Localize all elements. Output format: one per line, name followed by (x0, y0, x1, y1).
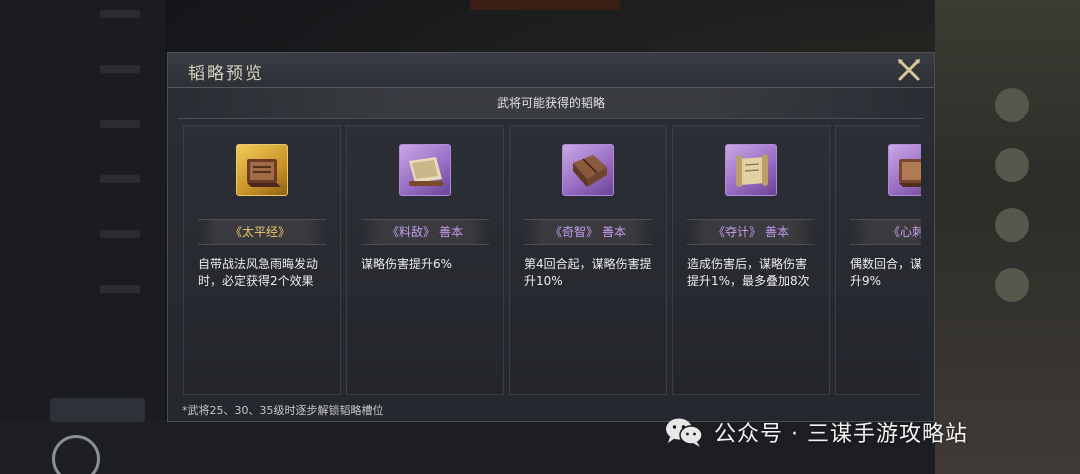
background-tag (50, 398, 145, 422)
book-scroll-icon (236, 144, 288, 196)
card-name: 《夺计》 (712, 225, 761, 239)
card-name-bar: 《料敌》 善本 (361, 219, 489, 245)
background-right-panel (935, 0, 1080, 474)
card-name-bar: 《太平经》 (198, 219, 326, 245)
divider (178, 118, 924, 119)
card-description: 偶数回合，谋略伤害提升9% (850, 257, 921, 288)
card-name-bar: 《心刺》 (850, 219, 921, 245)
card-name-bar: 《夺计》 善本 (687, 219, 815, 245)
game-screen: 韬略预览 武将可能获得的韬略 《太平经》 自带战法风急雨晦发动时，必定获得2个效… (0, 0, 1080, 474)
background-top-bar (470, 0, 620, 10)
strategy-card[interactable]: 《料敌》 善本 谋略伤害提升6% (346, 125, 504, 395)
dialog-title: 韬略预览 (188, 64, 264, 84)
close-icon (898, 59, 920, 81)
strategy-preview-dialog: 韬略预览 武将可能获得的韬略 《太平经》 自带战法风急雨晦发动时，必定获得2个效… (167, 52, 935, 422)
card-name-bar: 《奇智》 善本 (524, 219, 652, 245)
card-name: 《心刺》 (887, 225, 921, 239)
unlock-footnote: *武将25、30、35级时逐步解锁韬略槽位 (182, 404, 384, 417)
close-button[interactable] (896, 57, 922, 83)
dialog-titlebar: 韬略预览 (168, 53, 934, 88)
wechat-icon (664, 416, 704, 448)
rolled-scroll-icon (725, 144, 777, 196)
card-tier: 善本 (439, 225, 464, 239)
strategy-card-list: 《太平经》 自带战法风急雨晦发动时，必定获得2个效果 《料敌》 善本 谋略伤害提升… (183, 125, 921, 395)
card-tier: 善本 (765, 225, 790, 239)
card-description: 造成伤害后，谋略伤害提升1%，最多叠加8次 (687, 257, 810, 288)
strategy-card[interactable]: 《夺计》 善本 造成伤害后，谋略伤害提升1%，最多叠加8次 (672, 125, 830, 395)
strategy-card[interactable]: 《太平经》 自带战法风急雨晦发动时，必定获得2个效果 (183, 125, 341, 395)
card-description: 谋略伤害提升6% (361, 257, 453, 271)
card-name: 《太平经》 (229, 225, 290, 239)
scroll-book-icon (399, 144, 451, 196)
strategy-card[interactable]: 《心刺》 偶数回合，谋略伤害提升9% (835, 125, 921, 395)
card-tier: 善本 (602, 225, 627, 239)
card-name: 《奇智》 (549, 225, 598, 239)
watermark: 公众号 · 三谋手游攻略站 (664, 414, 968, 450)
book-scroll-icon (888, 144, 921, 196)
dialog-subtitle: 武将可能获得的韬略 (168, 88, 934, 118)
card-description: 自带战法风急雨晦发动时，必定获得2个效果 (198, 257, 319, 288)
card-description: 第4回合起，谋略伤害提升10% (524, 257, 652, 288)
bound-book-icon (562, 144, 614, 196)
card-name: 《料敌》 (386, 225, 435, 239)
watermark-text: 公众号 · 三谋手游攻略站 (714, 422, 968, 447)
strategy-card[interactable]: 《奇智》 善本 第4回合起，谋略伤害提升10% (509, 125, 667, 395)
